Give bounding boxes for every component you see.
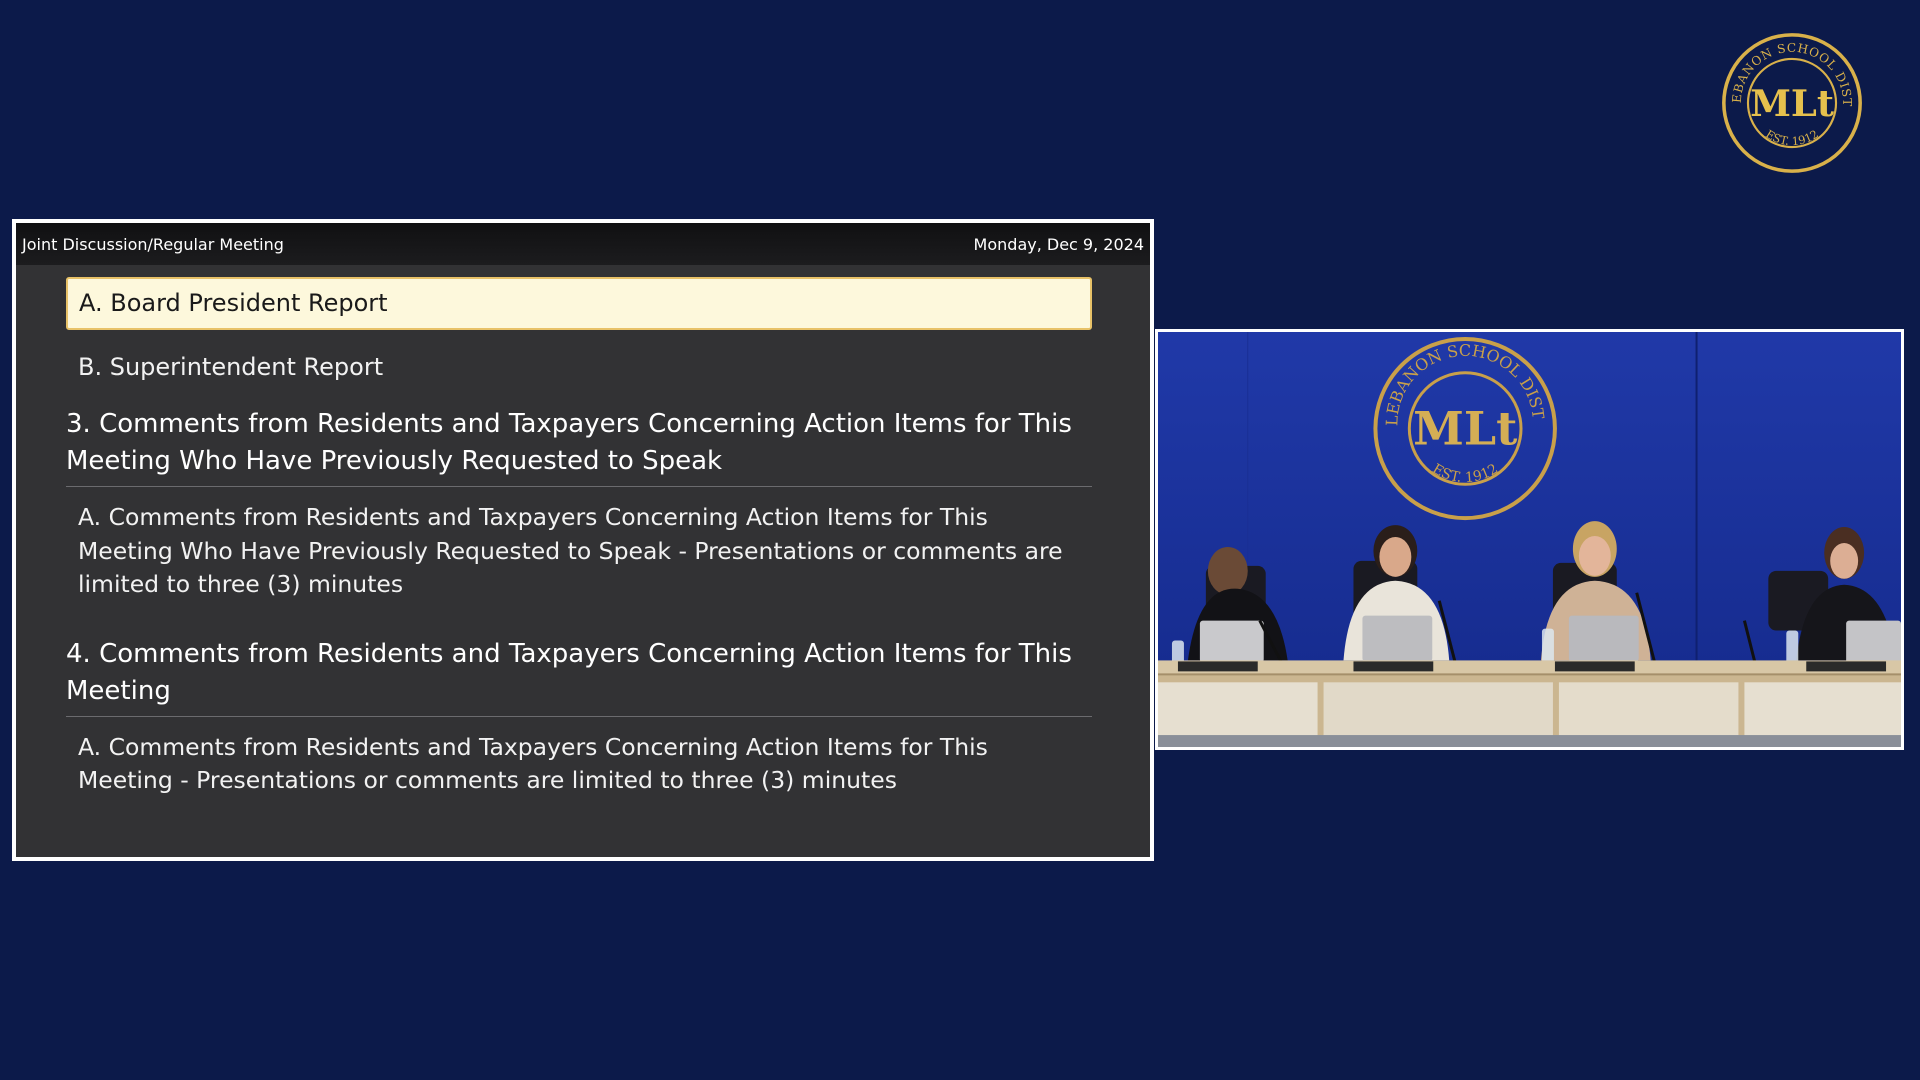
district-logo: MT. LEBANON SCHOOL DISTRICT EST. 1912 ML… xyxy=(1721,32,1863,174)
agenda-list: A. Board President Report B. Superintend… xyxy=(16,265,1150,806)
logo-monogram: MLt xyxy=(1750,81,1834,125)
agenda-header: Joint Discussion/Regular Meeting Monday,… xyxy=(16,223,1150,265)
agenda-panel: Joint Discussion/Regular Meeting Monday,… xyxy=(12,219,1154,861)
district-seal-icon: MT. LEBANON SCHOOL DISTRICT EST. 1912 ML… xyxy=(1721,32,1862,173)
video-feed-panel: MT. LEBANON SCHOOL DISTRICT EST. 1912 ML… xyxy=(1155,329,1904,750)
meeting-date: Monday, Dec 9, 2024 xyxy=(973,234,1144,254)
meeting-title: Joint Discussion/Regular Meeting xyxy=(22,234,284,254)
agenda-item-4a[interactable]: A. Comments from Residents and Taxpayers… xyxy=(66,717,1092,806)
meeting-video-feed: MT. LEBANON SCHOOL DISTRICT EST. 1912 ML… xyxy=(1158,332,1901,747)
wall-seal-monogram: MLt xyxy=(1413,402,1517,456)
agenda-item-superintendent-report[interactable]: B. Superintendent Report xyxy=(66,344,1092,394)
agenda-item-board-president-report[interactable]: A. Board President Report xyxy=(66,277,1092,330)
agenda-item-3a[interactable]: A. Comments from Residents and Taxpayers… xyxy=(66,487,1092,610)
agenda-section-4[interactable]: 4. Comments from Residents and Taxpayers… xyxy=(66,636,1092,717)
agenda-section-3[interactable]: 3. Comments from Residents and Taxpayers… xyxy=(66,406,1092,487)
